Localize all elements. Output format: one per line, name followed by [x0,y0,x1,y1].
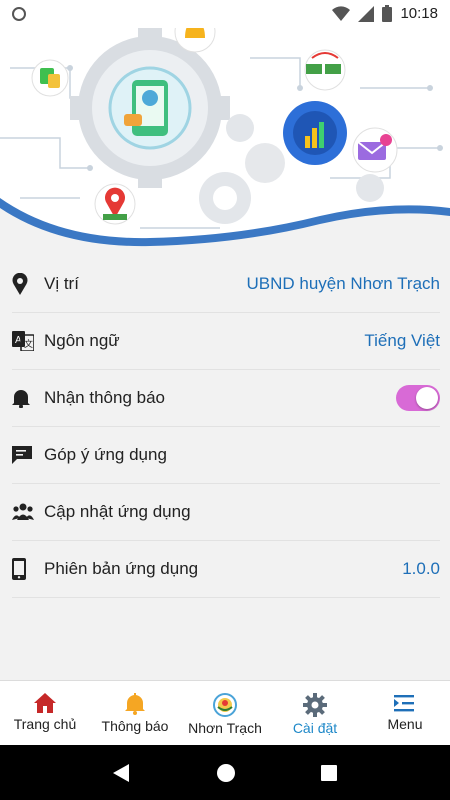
setting-label: Nhận thông báo [44,388,165,407]
status-time: 10:18 [400,5,438,22]
system-navigation-bar [0,745,450,800]
setting-update[interactable]: Cập nhật ứng dụng [12,484,440,541]
chart-gear-icon [283,101,347,165]
location-pin-icon [12,273,44,295]
tab-menu[interactable]: Menu [360,681,450,745]
bell-icon [12,388,44,408]
signal-icon [358,5,375,22]
setting-label: Góp ý ứng dụng [44,445,167,464]
setting-label: Vị trí [44,274,79,293]
tab-label: Cài đặt [292,720,338,736]
gear-icon [303,693,327,717]
battery-icon [382,5,393,22]
notification-toggle[interactable] [396,385,440,411]
language-value[interactable]: Tiếng Việt [364,331,440,351]
svg-text:文: 文 [24,338,33,349]
setting-label: Ngôn ngữ [44,331,120,350]
people-icon [12,503,44,521]
location-value[interactable]: UBND huyện Nhơn Trạch [246,274,440,294]
tab-settings[interactable]: Cài đặt [270,681,360,745]
home-circle-icon[interactable] [217,763,235,782]
wifi-icon [332,5,351,21]
back-icon[interactable] [113,763,131,782]
setting-feedback[interactable]: Góp ý ứng dụng [12,427,440,484]
tab-label: Trang chủ [13,716,77,732]
tab-nhon-trach[interactable]: Nhơn Trạch [180,681,270,745]
tab-label: Menu [387,716,423,732]
setting-version: Phiên bản ứng dụng 1.0.0 [12,541,440,598]
setting-location[interactable]: Vị trí UBND huyện Nhơn Trạch [12,256,440,313]
location-bubble-icon [94,183,136,225]
settings-list: Vị trí UBND huyện Nhơn Trạch A文 Ngôn ngữ… [12,256,440,598]
tab-home[interactable]: Trang chủ [0,681,90,745]
settings-illustration [0,28,450,250]
translate-bubble-icon [31,59,69,97]
tab-notifications[interactable]: Thông báo [90,681,180,745]
feedback-icon [12,446,44,464]
bell-icon [125,693,145,715]
setting-notifications: Nhận thông báo [12,370,440,427]
version-value: 1.0.0 [402,559,440,578]
setting-label: Cập nhật ứng dụng [44,502,191,521]
translate-icon: A文 [12,331,44,351]
bottom-tab-bar: Trang chủ Thông báo Nhơn Trạch Cài đặt M… [0,680,450,745]
menu-icon [394,695,414,712]
recents-icon[interactable] [321,764,337,781]
emblem-icon [213,693,237,717]
status-dot-icon [12,7,26,21]
home-icon [34,693,56,713]
phone-icon [12,558,44,580]
version-bubble-icon [304,49,346,91]
tab-label: Thông báo [101,718,169,734]
tab-label: Nhơn Trạch [188,720,262,736]
header-banner [0,28,450,250]
mail-bubble-icon [352,127,398,173]
large-gear-icon [70,28,230,188]
setting-label: Phiên bản ứng dụng [44,559,199,578]
setting-language[interactable]: A文 Ngôn ngữ Tiếng Việt [12,313,440,370]
status-bar: 10:18 [0,0,450,28]
toggle-knob [416,387,438,409]
